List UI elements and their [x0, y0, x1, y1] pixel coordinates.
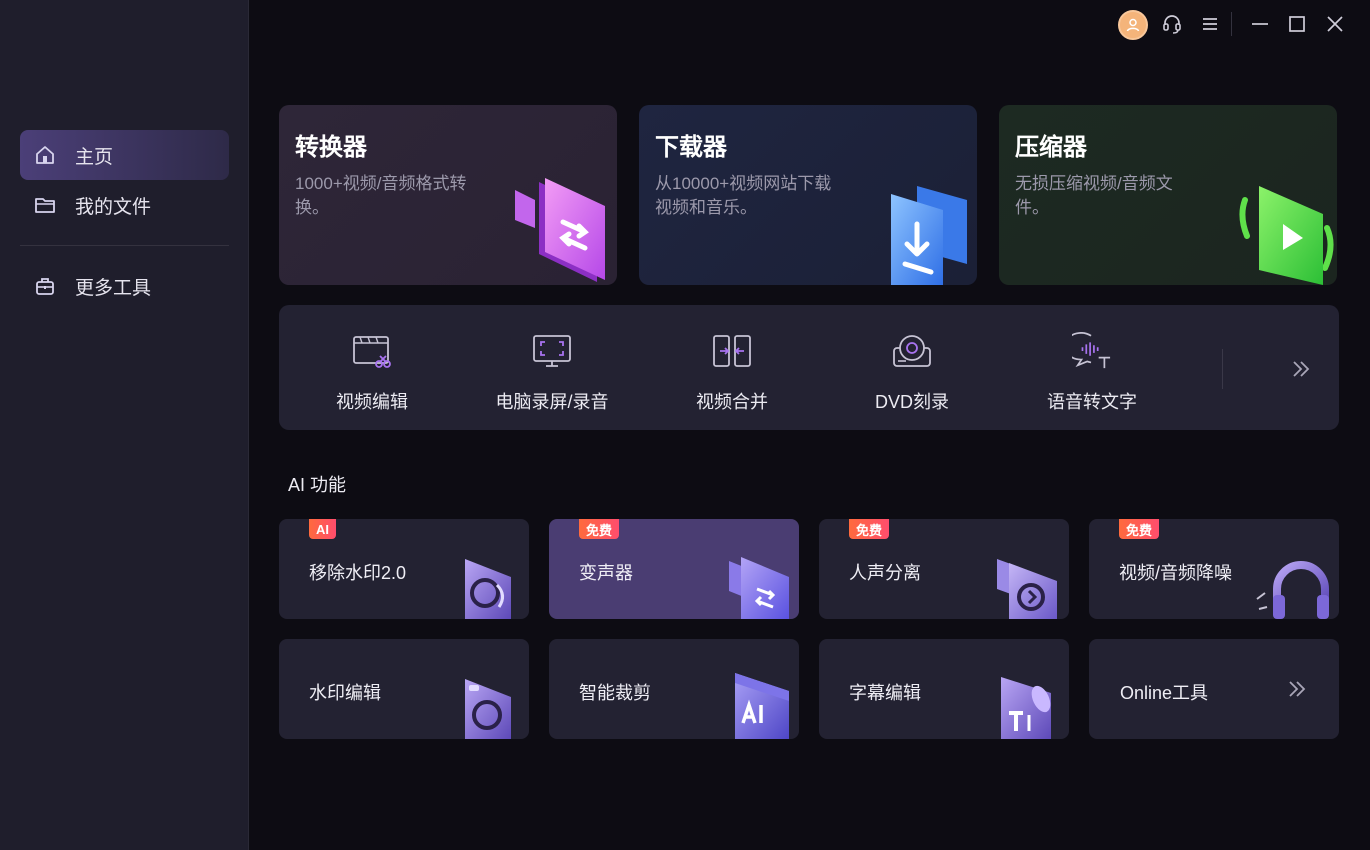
tool-video-edit[interactable]: 视频编辑 — [282, 305, 462, 430]
hero-title: 下载器 — [655, 134, 727, 161]
sidebar-item-more-tools[interactable]: 更多工具 — [20, 261, 229, 311]
user-avatar-icon[interactable] — [1118, 10, 1148, 40]
card-label: 智能裁剪 — [579, 683, 651, 703]
video-edit-icon — [352, 331, 392, 371]
tool-label: DVD刻录 — [874, 392, 949, 412]
sidebar-item-label: 主页 — [75, 146, 114, 168]
tool-merge[interactable]: 视频合并 — [642, 305, 822, 430]
sidebar-item-files[interactable]: 我的文件 — [20, 180, 229, 230]
hero-title: 转换器 — [295, 134, 367, 161]
card-smart-crop[interactable]: 智能裁剪 — [549, 639, 799, 739]
converter-card[interactable]: 转换器 1000+视频/音频格式转换。 — [279, 105, 617, 285]
folder-icon — [34, 194, 56, 216]
vocal-separation-icon — [997, 559, 1057, 619]
quick-tools-bar: 视频编辑 电脑录屏/录音 视频合并 DVD刻录 语音转文字 — [279, 305, 1339, 430]
denoise-headphones-icon — [1256, 561, 1329, 619]
speech-to-text-icon — [1072, 331, 1112, 371]
sidebar-item-label: 我的文件 — [75, 196, 152, 218]
free-badge: 免费 — [1119, 519, 1160, 539]
hero-desc: 从10000+视频网站下载视频和音乐。 — [655, 174, 832, 217]
card-label: 视频/音频降噪 — [1119, 563, 1233, 583]
free-badge: 免费 — [849, 519, 890, 539]
tool-label: 电脑录屏/录音 — [495, 392, 609, 412]
compressor-icon — [1239, 186, 1334, 285]
tool-screen-record[interactable]: 电脑录屏/录音 — [462, 305, 642, 430]
smart-crop-ai-icon — [735, 673, 789, 739]
dvd-icon — [892, 331, 932, 371]
converter-icon — [515, 178, 605, 282]
tool-label: 视频编辑 — [336, 392, 408, 412]
watermark-edit-icon — [465, 679, 511, 739]
maximize-icon[interactable] — [1283, 10, 1311, 38]
card-voice-changer[interactable]: 免费 变声器 — [549, 519, 799, 619]
merge-icon — [712, 331, 752, 371]
card-label: 水印编辑 — [309, 683, 381, 703]
menu-icon[interactable] — [1196, 10, 1224, 38]
card-label: 变声器 — [579, 563, 633, 583]
more-tools-chevron-icon[interactable] — [1287, 355, 1315, 383]
titlebar-divider — [1231, 12, 1232, 36]
card-vocal-separation[interactable]: 免费 人声分离 — [819, 519, 1069, 619]
card-label: 字幕编辑 — [849, 683, 921, 703]
watermark-remove-icon — [465, 559, 511, 619]
hero-desc: 1000+视频/音频格式转换。 — [295, 174, 467, 217]
screen-record-icon — [532, 331, 572, 371]
sidebar-divider — [20, 245, 229, 246]
tool-dvd-burn[interactable]: DVD刻录 — [822, 305, 1002, 430]
hero-title: 压缩器 — [1015, 134, 1087, 161]
card-online-tools[interactable]: Online工具 — [1089, 639, 1339, 739]
card-subtitle-edit[interactable]: 字幕编辑 — [819, 639, 1069, 739]
card-watermark-edit[interactable]: 水印编辑 — [279, 639, 529, 739]
card-denoise[interactable]: 免费 视频/音频降噪 — [1089, 519, 1339, 619]
downloader-icon — [891, 186, 967, 285]
subtitle-edit-icon — [1001, 677, 1051, 739]
tool-label: 视频合并 — [696, 392, 768, 412]
free-badge: 免费 — [579, 519, 620, 539]
home-icon — [34, 144, 56, 166]
card-remove-watermark[interactable]: AI 移除水印2.0 — [279, 519, 529, 619]
minimize-icon[interactable] — [1246, 10, 1274, 38]
ai-section-title: AI 功能 — [288, 475, 347, 495]
voice-changer-icon — [729, 557, 789, 619]
sidebar: 主页 我的文件 更多工具 — [0, 0, 249, 850]
sidebar-item-label: 更多工具 — [75, 277, 152, 299]
tools-divider — [1222, 349, 1223, 389]
chevron-double-right-icon — [1285, 677, 1309, 701]
tool-label: 语音转文字 — [1047, 392, 1137, 412]
hero-desc: 无损压缩视频/音频文件。 — [1015, 174, 1173, 217]
ai-badge: AI — [309, 519, 336, 539]
downloader-card[interactable]: 下载器 从10000+视频网站下载视频和音乐。 — [639, 105, 977, 285]
card-label: 移除水印2.0 — [309, 563, 407, 583]
tool-speech-to-text[interactable]: 语音转文字 — [1002, 305, 1182, 430]
card-label: 人声分离 — [849, 563, 921, 583]
compressor-card[interactable]: 压缩器 无损压缩视频/音频文件。 — [999, 105, 1337, 285]
card-label: Online工具 — [1120, 683, 1209, 703]
close-icon[interactable] — [1321, 10, 1349, 38]
sidebar-item-home[interactable]: 主页 — [20, 130, 229, 180]
headset-icon[interactable] — [1158, 10, 1186, 38]
toolbox-icon — [34, 275, 56, 297]
